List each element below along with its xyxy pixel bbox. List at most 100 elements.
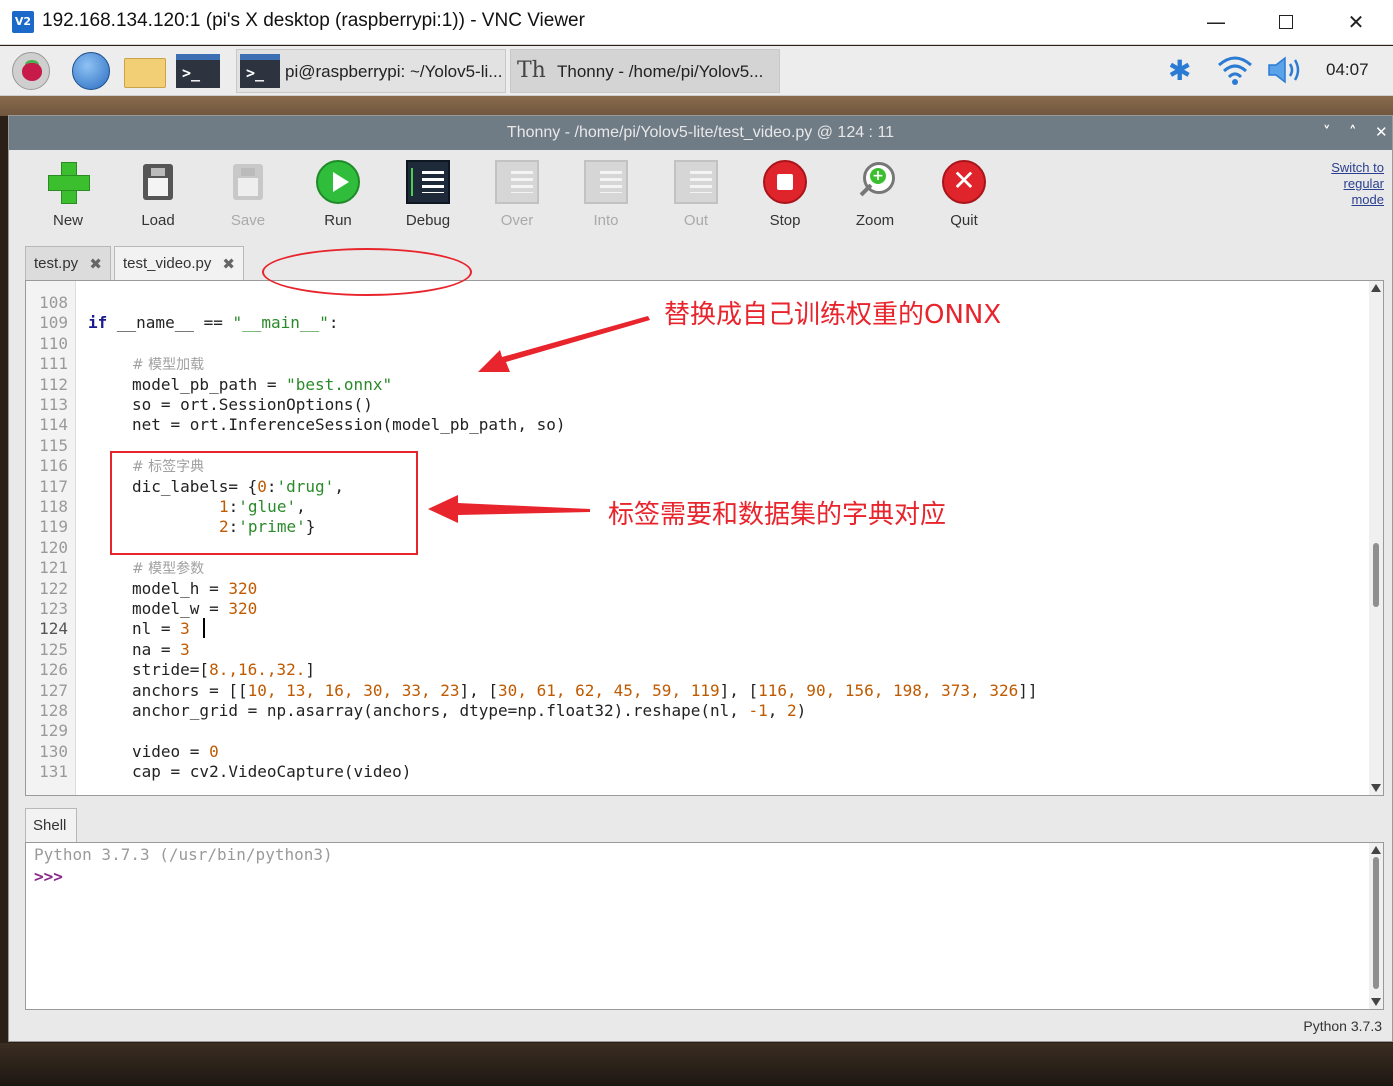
taskbar-item-terminal[interactable]: >_ pi@raspberrypi: ~/Yolov5-li... bbox=[236, 49, 506, 93]
line-number: 121 bbox=[39, 558, 68, 577]
debug-button[interactable]: Debug bbox=[393, 158, 463, 238]
line-number: 117 bbox=[39, 477, 68, 496]
tab-test-video-py[interactable]: test_video.py ✖ bbox=[114, 246, 244, 280]
new-label: New bbox=[52, 212, 83, 229]
into-label: Into bbox=[593, 212, 619, 229]
line-number: 110 bbox=[39, 334, 68, 353]
line-number: 128 bbox=[39, 701, 68, 720]
shell-prompt: >>> bbox=[34, 867, 63, 886]
terminal-icon: >_ bbox=[240, 54, 280, 88]
code-line: model_w = 320 bbox=[132, 599, 258, 618]
taskbar-item-thonny[interactable]: Th Thonny - /home/pi/Yolov5... bbox=[510, 49, 780, 93]
scroll-down-arrow-icon[interactable] bbox=[1371, 998, 1381, 1006]
desktop-background bbox=[0, 1043, 1393, 1086]
step-over-button[interactable]: Over bbox=[482, 158, 552, 238]
new-button[interactable]: New bbox=[33, 158, 103, 238]
quit-label: Quit bbox=[950, 212, 978, 229]
shell-banner: Python 3.7.3 (/usr/bin/python3) bbox=[34, 845, 333, 864]
thonny-titlebar[interactable]: Thonny - /home/pi/Yolov5-lite/test_video… bbox=[9, 116, 1392, 150]
step-over-icon bbox=[495, 160, 539, 204]
shell-scrollbar[interactable] bbox=[1369, 843, 1383, 1009]
tab-label: test.py bbox=[34, 255, 79, 272]
code-line: model_pb_path = "best.onnx" bbox=[132, 375, 393, 394]
stop-label: Stop bbox=[769, 212, 801, 229]
close-tab-icon[interactable]: ✖ bbox=[222, 255, 235, 273]
code-line: if __name__ == "__main__": bbox=[88, 313, 339, 332]
code-line: na = 3 bbox=[132, 640, 190, 659]
step-out-button[interactable]: Out bbox=[661, 158, 731, 238]
line-number: 109 bbox=[39, 313, 68, 332]
editor-scrollbar[interactable] bbox=[1369, 281, 1383, 795]
thonny-close-button[interactable]: ✕ bbox=[1375, 123, 1388, 141]
bluetooth-icon[interactable]: ✱ bbox=[1168, 54, 1191, 87]
load-label: Load bbox=[141, 212, 175, 229]
code-line: anchor_grid = np.asarray(anchors, dtype=… bbox=[132, 701, 807, 720]
annotation-ellipse bbox=[262, 248, 472, 296]
globe-icon bbox=[72, 52, 110, 90]
stop-button[interactable]: Stop bbox=[750, 158, 820, 238]
line-number: 120 bbox=[39, 538, 68, 557]
maximize-icon bbox=[1279, 15, 1293, 29]
code-line-current: nl = 3 bbox=[132, 619, 190, 638]
run-icon bbox=[316, 160, 360, 204]
volume-icon[interactable] bbox=[1266, 54, 1306, 86]
scrollbar-thumb[interactable] bbox=[1373, 543, 1379, 607]
shell-tab[interactable]: Shell bbox=[25, 808, 77, 842]
step-into-button[interactable]: Into bbox=[571, 158, 641, 238]
desktop-taskbar: >_ >_ pi@raspberrypi: ~/Yolov5-li... Th … bbox=[0, 46, 1393, 96]
new-file-icon bbox=[46, 160, 90, 204]
line-number: 129 bbox=[39, 721, 68, 740]
scroll-up-arrow-icon[interactable] bbox=[1371, 846, 1381, 854]
code-line: video = 0 bbox=[132, 742, 219, 761]
zoom-button[interactable]: + Zoom bbox=[840, 158, 910, 238]
line-number-current: 124 bbox=[39, 619, 68, 638]
shell-panel[interactable]: Python 3.7.3 (/usr/bin/python3) >>> bbox=[25, 842, 1384, 1010]
line-number: 127 bbox=[39, 681, 68, 700]
scroll-up-arrow-icon[interactable] bbox=[1371, 284, 1381, 292]
thonny-window-title: Thonny - /home/pi/Yolov5-lite/test_video… bbox=[506, 124, 895, 141]
raspberry-menu-button[interactable] bbox=[8, 50, 54, 92]
line-number: 122 bbox=[39, 579, 68, 598]
load-button[interactable]: Load bbox=[123, 158, 193, 238]
line-number: 108 bbox=[39, 293, 68, 312]
line-number: 131 bbox=[39, 762, 68, 781]
zoom-icon: + bbox=[853, 160, 897, 204]
scrollbar-thumb[interactable] bbox=[1373, 857, 1379, 989]
wifi-icon[interactable] bbox=[1216, 53, 1254, 87]
code-line: so = ort.SessionOptions() bbox=[132, 395, 373, 414]
tab-label: test_video.py bbox=[123, 255, 212, 272]
interpreter-status[interactable]: Python 3.7.3 bbox=[1303, 1018, 1382, 1034]
clock[interactable]: 04:07 bbox=[1326, 60, 1369, 80]
stop-icon bbox=[763, 160, 807, 204]
line-number: 123 bbox=[39, 599, 68, 618]
taskbar-item-label: pi@raspberrypi: ~/Yolov5-li... bbox=[285, 62, 503, 81]
run-button[interactable]: Run bbox=[303, 158, 373, 238]
folder-icon bbox=[124, 58, 166, 88]
terminal-launcher[interactable]: >_ bbox=[176, 50, 222, 92]
code-line: model_h = 320 bbox=[132, 579, 258, 598]
line-number: 125 bbox=[39, 640, 68, 659]
save-button[interactable]: Save bbox=[213, 158, 283, 238]
thonny-minimize-button[interactable]: ˅ bbox=[1323, 123, 1331, 141]
minimize-button[interactable]: — bbox=[1193, 6, 1239, 38]
vnc-window-title: 192.168.134.120:1 (pi's X desktop (raspb… bbox=[42, 10, 585, 31]
switch-to-regular-mode-link[interactable]: Switch to regular mode bbox=[1314, 160, 1384, 208]
quit-button[interactable]: ✕ Quit bbox=[929, 158, 999, 238]
desktop-background bbox=[0, 96, 1393, 116]
code-line: net = ort.InferenceSession(model_pb_path… bbox=[132, 415, 566, 434]
annotation-onnx-note: 替换成自己训练权重的ONNX bbox=[664, 300, 1002, 330]
maximize-button[interactable] bbox=[1263, 6, 1309, 38]
vnc-window-titlebar: V2 192.168.134.120:1 (pi's X desktop (ra… bbox=[0, 0, 1393, 45]
close-button[interactable]: ✕ bbox=[1333, 6, 1379, 38]
toolbar: New Load Save Run Debug Over Into Out St… bbox=[9, 150, 1392, 240]
scroll-down-arrow-icon[interactable] bbox=[1371, 784, 1381, 792]
file-manager-launcher[interactable] bbox=[122, 50, 168, 92]
web-browser-launcher[interactable] bbox=[70, 50, 114, 92]
thonny-maximize-button[interactable]: ˄ bbox=[1349, 123, 1357, 141]
save-icon bbox=[226, 160, 270, 204]
raspberry-icon bbox=[12, 52, 50, 90]
tab-test-py[interactable]: test.py ✖ bbox=[25, 246, 111, 280]
close-tab-icon[interactable]: ✖ bbox=[89, 255, 102, 273]
zoom-plus: + bbox=[870, 168, 886, 184]
annotation-labels-note: 标签需要和数据集的字典对应 bbox=[608, 500, 947, 530]
